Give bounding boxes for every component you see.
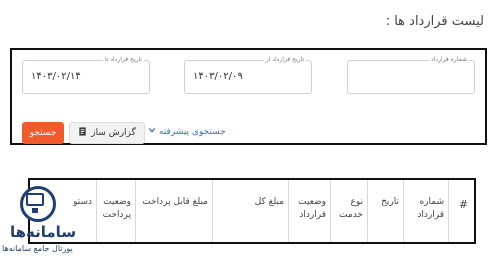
advanced-search-label: جستجوی پیشرفته bbox=[159, 126, 226, 137]
search-button[interactable]: جستجو bbox=[22, 122, 64, 144]
page-title: لیست قرارداد ها : bbox=[385, 14, 484, 29]
date-to-field[interactable]: تاریخ قرارداد تا ۱۴۰۳/۰۲/۱۴ bbox=[22, 56, 150, 94]
contract-number-field[interactable]: شماره قرارداد bbox=[347, 56, 475, 94]
logo-subtitle: پورتال جامع سامانه‌ها bbox=[2, 244, 73, 253]
report-builder-label: گزارش ساز bbox=[91, 128, 136, 138]
watermark-logo: سامانه‌ها پورتال جامع سامانه‌ها bbox=[2, 186, 94, 264]
logo-name: سامانه‌ها bbox=[10, 223, 77, 241]
date-from-label: تاریخ قرارداد از bbox=[263, 56, 306, 64]
col-payable-amount: مبلغ قابل پرداخت bbox=[135, 180, 212, 242]
report-builder-button[interactable]: گزارش ساز bbox=[69, 122, 145, 144]
chevron-down-icon bbox=[148, 126, 156, 137]
date-from-value: ۱۴۰۳/۰۲/۰۹ bbox=[193, 71, 243, 82]
contract-number-label: شماره قرارداد bbox=[428, 56, 469, 64]
date-to-value: ۱۴۰۳/۰۲/۱۴ bbox=[31, 71, 81, 82]
date-from-field[interactable]: تاریخ قرارداد از ۱۴۰۳/۰۲/۰۹ bbox=[184, 56, 312, 94]
col-contract-status: وضعیت قرارداد bbox=[288, 180, 330, 242]
table-header: # شماره قرارداد تاریخ نوع خدمت وضعیت قرا… bbox=[30, 180, 474, 242]
col-contract-number: شماره قرارداد bbox=[403, 180, 448, 242]
filter-panel: شماره قرارداد تاریخ قرارداد از ۱۴۰۳/۰۲/۰… bbox=[10, 48, 487, 145]
col-service-type: نوع خدمت bbox=[330, 180, 367, 242]
col-total-amount: مبلغ کل bbox=[212, 180, 288, 242]
filter-fields: شماره قرارداد تاریخ قرارداد از ۱۴۰۳/۰۲/۰… bbox=[12, 56, 485, 96]
date-to-label: تاریخ قرارداد تا bbox=[102, 56, 144, 64]
monitor-stand bbox=[32, 208, 38, 213]
col-date: تاریخ bbox=[367, 180, 403, 242]
col-payment-status: وضعیت پرداخت bbox=[96, 180, 135, 242]
contracts-table: # شماره قرارداد تاریخ نوع خدمت وضعیت قرا… bbox=[28, 178, 476, 244]
col-index: # bbox=[448, 180, 474, 242]
monitor-icon bbox=[26, 193, 44, 206]
document-icon bbox=[78, 127, 87, 139]
advanced-search-link[interactable]: جستجوی پیشرفته bbox=[148, 126, 226, 137]
